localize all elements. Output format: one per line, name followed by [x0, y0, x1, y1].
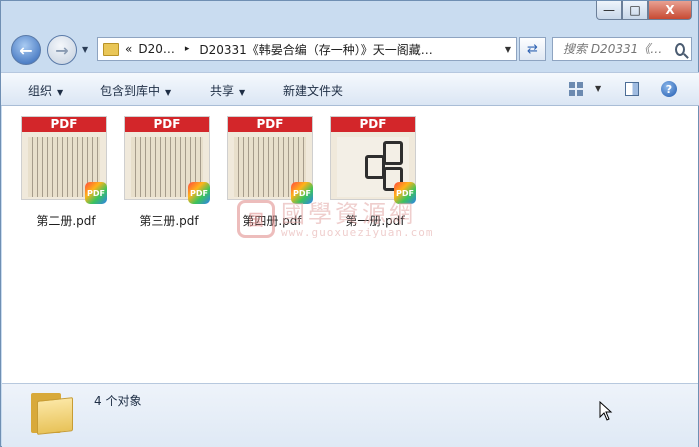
file-list: PDF PDF 第二册.pdf PDF PDF 第三册.pdf PDF PDF … — [2, 106, 698, 383]
folder-icon — [31, 389, 73, 435]
close-button[interactable]: X — [648, 1, 692, 20]
chevron-down-icon: ▼ — [57, 88, 64, 97]
share-menu[interactable]: 共享 ▼ — [210, 82, 245, 99]
preview-pane-icon[interactable] — [625, 82, 639, 96]
navigation-bar: ← → ▼ « D20… ▸ D20331《韩晏合编（存一种）》天一阁藏… ▼ … — [1, 33, 699, 69]
watermark-text: 國學資源網 — [281, 200, 416, 228]
address-dropdown-icon[interactable]: ▼ — [505, 45, 511, 54]
chevron-down-icon: ▼ — [239, 88, 246, 97]
search-icon[interactable] — [675, 42, 685, 56]
help-icon[interactable]: ? — [661, 81, 677, 97]
pdf-app-badge-icon: PDF — [188, 182, 210, 204]
breadcrumb-root[interactable]: D20… — [138, 42, 175, 56]
command-bar: 组织 ▼ 包含到库中 ▼ 共享 ▼ 新建文件夹 ▼ ? — [1, 72, 699, 106]
search-input[interactable] — [561, 41, 675, 57]
explorer-window: — □ X ← → ▼ « D20… ▸ D20331《韩晏合编（存一种）》天一… — [0, 0, 699, 447]
breadcrumb-current[interactable]: D20331《韩晏合编（存一种）》天一阁藏… — [199, 41, 432, 58]
back-button[interactable]: ← — [11, 35, 41, 65]
minimize-button[interactable]: — — [596, 1, 622, 20]
maximize-button[interactable]: □ — [622, 1, 648, 20]
pdf-app-badge-icon: PDF — [85, 182, 107, 204]
search-box[interactable] — [552, 37, 692, 61]
file-name[interactable]: 第二册.pdf — [11, 212, 121, 229]
organize-menu[interactable]: 组织 ▼ — [28, 82, 63, 99]
view-options-dropdown-icon[interactable]: ▼ — [595, 84, 601, 93]
caption-buttons: — □ X — [596, 1, 692, 20]
address-bar[interactable]: « D20… ▸ D20331《韩晏合编（存一种）》天一阁藏… ▼ — [97, 37, 517, 61]
change-view-icon[interactable] — [569, 82, 583, 96]
recent-pages-dropdown-icon[interactable]: ▼ — [82, 45, 88, 54]
new-folder-button[interactable]: 新建文件夹 — [283, 82, 343, 99]
details-pane: 4 个对象 — [2, 383, 698, 447]
mouse-cursor-icon — [599, 401, 613, 421]
file-name[interactable]: 第三册.pdf — [114, 212, 224, 229]
forward-button[interactable]: → — [47, 35, 77, 65]
chevron-down-icon: ▼ — [165, 88, 172, 97]
breadcrumb-separator[interactable]: ▸ — [185, 44, 190, 54]
folder-icon — [103, 42, 119, 56]
watermark-seal-icon: 国 — [237, 200, 275, 238]
watermark: 国 國學資源網 www.guoxueziyuan.com — [237, 198, 467, 242]
include-in-library-menu[interactable]: 包含到库中 ▼ — [100, 82, 171, 99]
watermark-url: www.guoxueziyuan.com — [281, 226, 434, 239]
refresh-button[interactable]: ⇄ — [519, 37, 546, 61]
item-count: 4 个对象 — [94, 394, 142, 408]
breadcrumb-overflow[interactable]: « — [125, 42, 132, 56]
